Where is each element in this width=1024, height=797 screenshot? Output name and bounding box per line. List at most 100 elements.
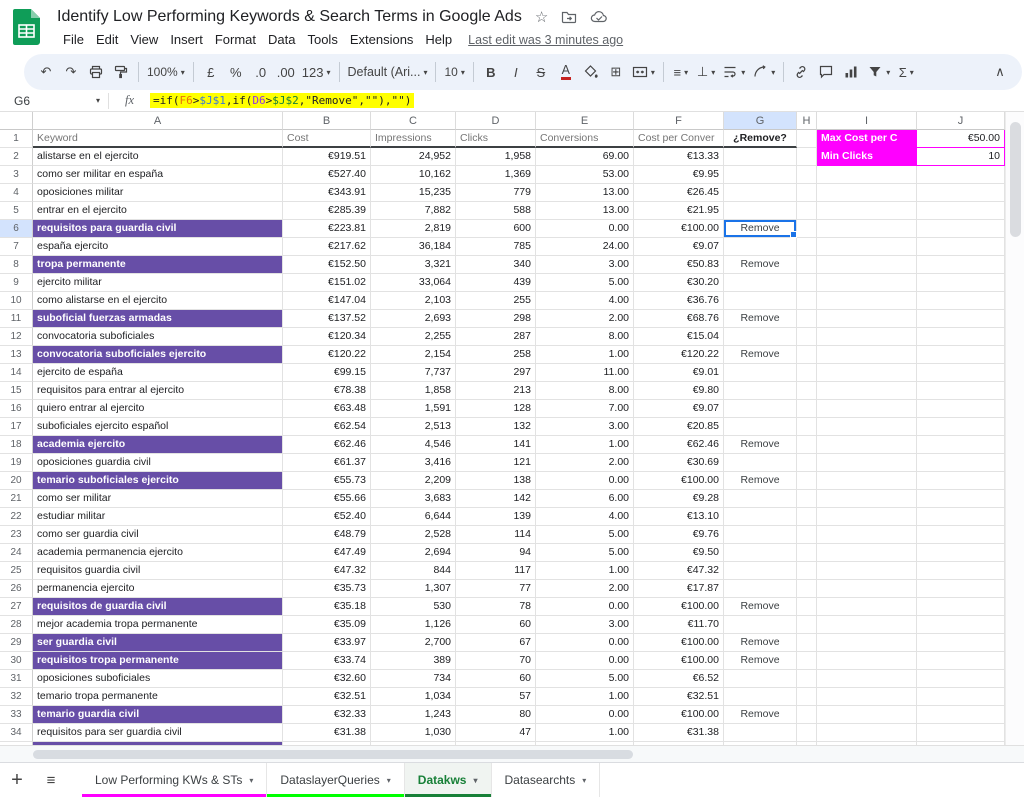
cell-G16[interactable] [724, 400, 797, 418]
cell-E24[interactable]: 5.00 [536, 544, 634, 562]
text-rotation-button[interactable]: ▾ [749, 59, 778, 85]
cell-D18[interactable]: 141 [456, 436, 536, 454]
cell-I28[interactable] [817, 616, 917, 634]
cell-A9[interactable]: ejercito militar [33, 274, 283, 292]
cell-E29[interactable]: 0.00 [536, 634, 634, 652]
cell-I19[interactable] [817, 454, 917, 472]
cell-H18[interactable] [797, 436, 817, 454]
row-header-24[interactable]: 24 [0, 544, 33, 562]
cell-G29[interactable]: Remove [724, 634, 797, 652]
redo-button[interactable]: ↷ [59, 59, 83, 85]
cell-F9[interactable]: €30.20 [634, 274, 724, 292]
column-header-J[interactable]: J [917, 112, 1005, 130]
cell-C5[interactable]: 7,882 [371, 202, 456, 220]
row-header-14[interactable]: 14 [0, 364, 33, 382]
row-header-2[interactable]: 2 [0, 148, 33, 166]
cell-J20[interactable] [917, 472, 1005, 490]
cell-J24[interactable] [917, 544, 1005, 562]
cell-G26[interactable] [724, 580, 797, 598]
cell-C34[interactable]: 1,030 [371, 724, 456, 742]
cell-B8[interactable]: €152.50 [283, 256, 371, 274]
cell-C14[interactable]: 7,737 [371, 364, 456, 382]
cell-H26[interactable] [797, 580, 817, 598]
cell-G1[interactable]: ¿Remove? [724, 130, 797, 148]
decrease-decimal-button[interactable]: .0 [249, 59, 273, 85]
cell-E21[interactable]: 6.00 [536, 490, 634, 508]
cell-F29[interactable]: €100.00 [634, 634, 724, 652]
cell-I17[interactable] [817, 418, 917, 436]
cell-G15[interactable] [724, 382, 797, 400]
number-format-button[interactable]: 123▾ [299, 59, 334, 85]
cell-F27[interactable]: €100.00 [634, 598, 724, 616]
horizontal-scrollbar-thumb[interactable] [33, 750, 633, 759]
row-header-20[interactable]: 20 [0, 472, 33, 490]
row-header-3[interactable]: 3 [0, 166, 33, 184]
cell-B19[interactable]: €61.37 [283, 454, 371, 472]
row-header-26[interactable]: 26 [0, 580, 33, 598]
strikethrough-button[interactable]: S [529, 59, 553, 85]
cell-H1[interactable] [797, 130, 817, 148]
cell-H23[interactable] [797, 526, 817, 544]
cell-D9[interactable]: 439 [456, 274, 536, 292]
cell-H11[interactable] [797, 310, 817, 328]
cell-C30[interactable]: 389 [371, 652, 456, 670]
cell-A15[interactable]: requisitos para entrar al ejercito [33, 382, 283, 400]
cell-B4[interactable]: €343.91 [283, 184, 371, 202]
cell-E16[interactable]: 7.00 [536, 400, 634, 418]
cell-C21[interactable]: 3,683 [371, 490, 456, 508]
font-size-selector[interactable]: 10▾ [441, 59, 467, 85]
cell-B11[interactable]: €137.52 [283, 310, 371, 328]
cell-I8[interactable] [817, 256, 917, 274]
cell-D34[interactable]: 47 [456, 724, 536, 742]
cell-B12[interactable]: €120.34 [283, 328, 371, 346]
cell-H9[interactable] [797, 274, 817, 292]
cell-C8[interactable]: 3,321 [371, 256, 456, 274]
cell-D3[interactable]: 1,369 [456, 166, 536, 184]
cell-B14[interactable]: €99.15 [283, 364, 371, 382]
cell-J29[interactable] [917, 634, 1005, 652]
cell-A28[interactable]: mejor academia tropa permanente [33, 616, 283, 634]
cell-D24[interactable]: 94 [456, 544, 536, 562]
cell-J21[interactable] [917, 490, 1005, 508]
horizontal-scrollbar[interactable] [0, 745, 1024, 762]
cell-I22[interactable] [817, 508, 917, 526]
cell-A25[interactable]: requisitos guardia civil [33, 562, 283, 580]
cell-J3[interactable] [917, 166, 1005, 184]
cell-B20[interactable]: €55.73 [283, 472, 371, 490]
cell-H14[interactable] [797, 364, 817, 382]
cell-G24[interactable] [724, 544, 797, 562]
cell-B10[interactable]: €147.04 [283, 292, 371, 310]
cell-J7[interactable] [917, 238, 1005, 256]
cell-F31[interactable]: €6.52 [634, 670, 724, 688]
cell-F30[interactable]: €100.00 [634, 652, 724, 670]
cell-F33[interactable]: €100.00 [634, 706, 724, 724]
cell-E9[interactable]: 5.00 [536, 274, 634, 292]
cell-H12[interactable] [797, 328, 817, 346]
cell-A13[interactable]: convocatoria suboficiales ejercito [33, 346, 283, 364]
cell-I1[interactable]: Max Cost per C [817, 130, 917, 148]
cell-C26[interactable]: 1,307 [371, 580, 456, 598]
cell-G6[interactable]: Remove [724, 220, 797, 238]
fill-color-button[interactable] [579, 59, 603, 85]
cell-C22[interactable]: 6,644 [371, 508, 456, 526]
cell-E34[interactable]: 1.00 [536, 724, 634, 742]
row-header-27[interactable]: 27 [0, 598, 33, 616]
cell-G3[interactable] [724, 166, 797, 184]
cell-B17[interactable]: €62.54 [283, 418, 371, 436]
cell-I29[interactable] [817, 634, 917, 652]
menu-edit[interactable]: Edit [90, 30, 124, 49]
cell-B23[interactable]: €48.79 [283, 526, 371, 544]
cell-E6[interactable]: 0.00 [536, 220, 634, 238]
cell-C9[interactable]: 33,064 [371, 274, 456, 292]
cell-J5[interactable] [917, 202, 1005, 220]
cell-A34[interactable]: requisitos para ser guardia civil [33, 724, 283, 742]
cell-J25[interactable] [917, 562, 1005, 580]
cell-H25[interactable] [797, 562, 817, 580]
cell-D23[interactable]: 114 [456, 526, 536, 544]
zoom-selector[interactable]: 100%▾ [144, 59, 188, 85]
cell-J27[interactable] [917, 598, 1005, 616]
column-header-I[interactable]: I [817, 112, 917, 130]
cell-D6[interactable]: 600 [456, 220, 536, 238]
menu-file[interactable]: File [57, 30, 90, 49]
row-header-1[interactable]: 1 [0, 130, 33, 148]
